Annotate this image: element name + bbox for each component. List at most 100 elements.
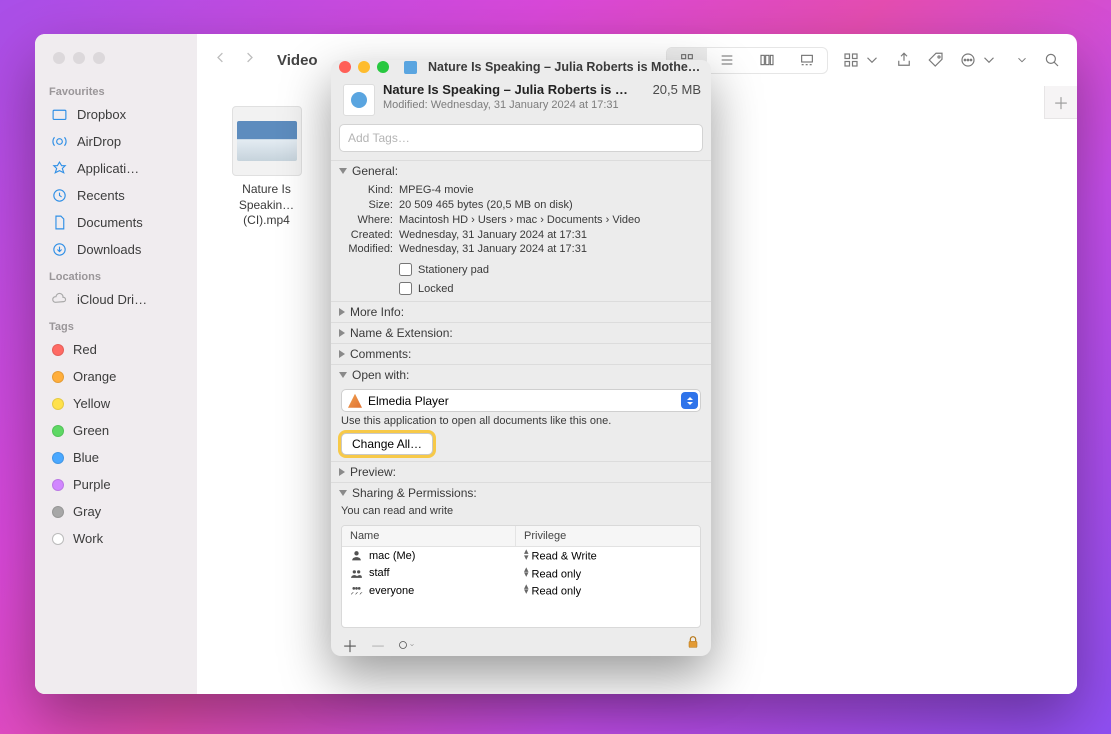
perm-head-priv: Privilege: [516, 526, 700, 546]
new-tab-button[interactable]: ＋: [1044, 86, 1077, 119]
zoom-icon[interactable]: [377, 61, 389, 73]
perm-priv: Read & Write: [532, 551, 597, 563]
sidebar-item-downloads[interactable]: Downloads: [47, 236, 197, 263]
overflow-menu[interactable]: [1012, 53, 1029, 67]
more-info-label: More Info:: [350, 305, 404, 319]
max-dim-icon[interactable]: [93, 52, 105, 64]
window-controls[interactable]: [47, 44, 197, 78]
forward-button[interactable]: [242, 50, 257, 70]
chevron-right-icon: [339, 350, 345, 358]
tag-purple[interactable]: Purple: [47, 471, 197, 498]
open-with-section: Open with: Elmedia Player Use this appli…: [331, 364, 711, 461]
doc-proxy-icon: [404, 61, 417, 74]
perm-priv: Read only: [532, 585, 582, 597]
table-row[interactable]: everyone▴▾Read only: [342, 582, 700, 599]
remove-button[interactable]: －: [369, 636, 387, 654]
gallery-view-button[interactable]: [787, 48, 827, 73]
sidebar-item-recents[interactable]: Recents: [47, 182, 197, 209]
chevron-down-icon: [339, 490, 347, 496]
tag-label: Purple: [73, 477, 111, 492]
file-thumbnail: [232, 106, 302, 176]
sidebar-item-dropbox[interactable]: Dropbox: [47, 101, 197, 128]
list-view-button[interactable]: [707, 48, 747, 73]
tag-dot-icon: [52, 533, 64, 545]
close-icon[interactable]: [339, 61, 351, 73]
table-row[interactable]: staff▴▾Read only: [342, 565, 700, 582]
general-label: General:: [352, 164, 398, 178]
open-with-select[interactable]: Elmedia Player: [341, 389, 701, 412]
tag-orange[interactable]: Orange: [47, 363, 197, 390]
sidebar-item-applications[interactable]: Applicati…: [47, 155, 197, 182]
info-window-title: Nature Is Speaking – Julia Roberts is Mo…: [428, 60, 703, 74]
name-ext-disclosure[interactable]: Name & Extension:: [331, 323, 711, 343]
sharing-disclosure[interactable]: Sharing & Permissions:: [331, 483, 711, 503]
where-value: Macintosh HD › Users › mac › Documents ›…: [399, 213, 701, 228]
permissions-footer: ＋ －: [331, 628, 711, 656]
tags-button[interactable]: [927, 51, 945, 69]
back-button[interactable]: [213, 50, 228, 70]
group-menu[interactable]: [842, 51, 881, 69]
chevron-down-icon: [339, 372, 347, 378]
sidebar-item-label: AirDrop: [77, 134, 121, 149]
tag-blue[interactable]: Blue: [47, 444, 197, 471]
stationery-checkbox[interactable]: Stationery pad: [399, 263, 701, 276]
sidebar-item-documents[interactable]: Documents: [47, 209, 197, 236]
sidebar-item-icloud[interactable]: iCloud Dri…: [47, 286, 197, 313]
change-all-button[interactable]: Change All…: [341, 433, 433, 455]
lock-icon[interactable]: [685, 634, 701, 655]
open-with-disclosure[interactable]: Open with:: [331, 365, 711, 385]
chevron-right-icon: [339, 329, 345, 337]
perm-priv: Read only: [532, 568, 582, 580]
tag-green[interactable]: Green: [47, 417, 197, 444]
created-label: Created:: [341, 228, 393, 243]
sidebar-item-label: Dropbox: [77, 107, 126, 122]
comments-disclosure[interactable]: Comments:: [331, 344, 711, 364]
permission-note: You can read and write: [331, 503, 711, 519]
sidebar-item-label: Recents: [77, 188, 125, 203]
permissions-table: NamePrivilege mac (Me)▴▾Read & Write sta…: [341, 525, 701, 628]
locked-label: Locked: [418, 283, 453, 295]
close-dim-icon[interactable]: [53, 52, 65, 64]
open-with-label: Open with:: [352, 368, 409, 382]
tag-dot-icon: [52, 425, 64, 437]
locations-heading: Locations: [49, 271, 197, 283]
preview-disclosure[interactable]: Preview:: [331, 462, 711, 482]
share-button[interactable]: [895, 51, 913, 69]
tags-input[interactable]: Add Tags…: [339, 124, 703, 152]
sidebar-item-label: Downloads: [77, 242, 141, 257]
app-icon: [348, 394, 362, 408]
kind-value: MPEG-4 movie: [399, 183, 701, 198]
tag-yellow[interactable]: Yellow: [47, 390, 197, 417]
info-titlebar[interactable]: Nature Is Speaking – Julia Roberts is Mo…: [331, 60, 711, 74]
stepper-icon[interactable]: [681, 392, 698, 409]
tag-red[interactable]: Red: [47, 336, 197, 363]
general-disclosure[interactable]: General:: [331, 161, 711, 181]
minimize-icon[interactable]: [358, 61, 370, 73]
modified-label: Modified:: [341, 242, 393, 257]
finder-sidebar: Favourites Dropbox AirDrop Applicati… Re…: [35, 34, 197, 694]
general-section: General: Kind:MPEG-4 movie Size:20 509 4…: [331, 160, 711, 301]
tags-heading: Tags: [49, 321, 197, 333]
perm-name: everyone: [369, 585, 414, 597]
tag-work[interactable]: Work: [47, 525, 197, 552]
get-info-window: Nature Is Speaking – Julia Roberts is Mo…: [331, 60, 711, 656]
sidebar-item-airdrop[interactable]: AirDrop: [47, 128, 197, 155]
table-row[interactable]: mac (Me)▴▾Read & Write: [342, 547, 700, 564]
tag-label: Gray: [73, 504, 101, 519]
add-button[interactable]: ＋: [341, 636, 359, 654]
min-dim-icon[interactable]: [73, 52, 85, 64]
tag-gray[interactable]: Gray: [47, 498, 197, 525]
file-item[interactable]: Nature Is Speakin…(CI).mp4: [221, 106, 312, 229]
more-info-disclosure[interactable]: More Info:: [331, 302, 711, 322]
everyone-icon: [350, 584, 363, 597]
locked-checkbox[interactable]: Locked: [399, 282, 701, 295]
column-view-button[interactable]: [747, 48, 787, 73]
tag-label: Blue: [73, 450, 99, 465]
folder-icon: [50, 106, 68, 124]
action-menu-button[interactable]: [397, 636, 415, 654]
perm-name: staff: [369, 567, 390, 579]
actions-menu[interactable]: [959, 51, 998, 69]
search-button[interactable]: [1043, 51, 1061, 69]
tag-dot-icon: [52, 452, 64, 464]
info-file-name: Nature Is Speaking – Julia Roberts is Mo…: [383, 82, 639, 97]
